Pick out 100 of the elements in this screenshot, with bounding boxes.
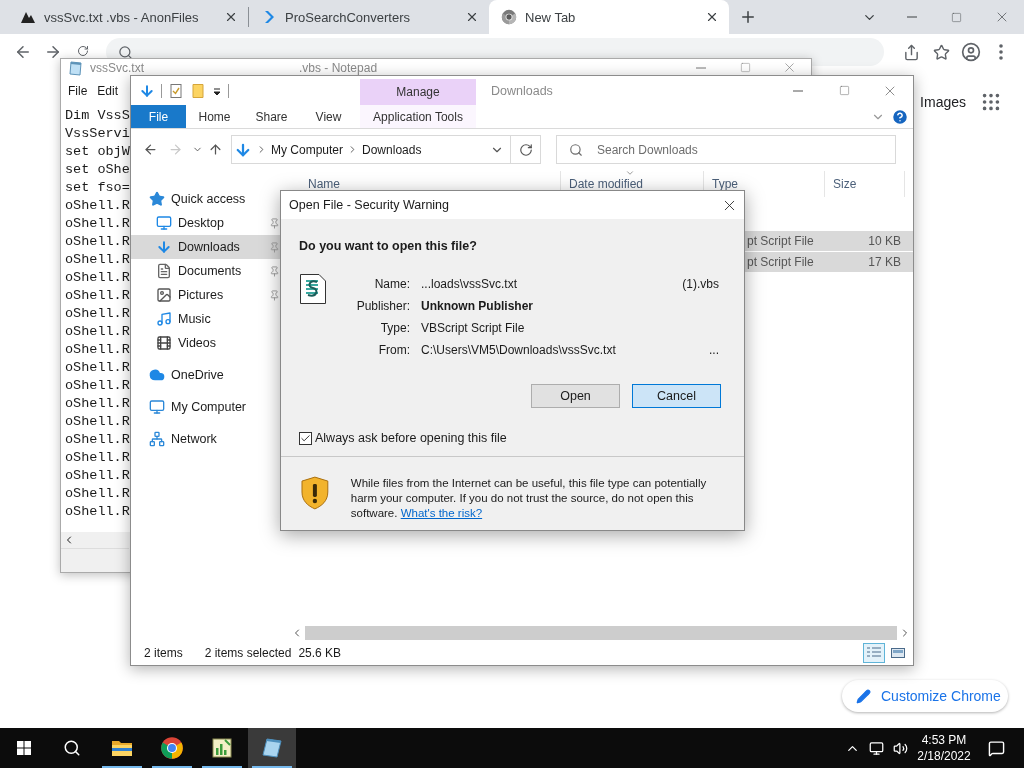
ribbon-tab[interactable]: View (300, 105, 357, 128)
checkbox[interactable] (299, 431, 312, 445)
code-line: oShell.R (65, 269, 130, 287)
network-icon (149, 431, 165, 447)
browser-tab[interactable]: ProSearchConverters (249, 0, 489, 34)
view-button[interactable] (863, 642, 885, 663)
nav-item[interactable]: Desktop (131, 211, 281, 235)
code-line: set oShe (65, 161, 130, 179)
nav-item[interactable]: Network (131, 427, 281, 451)
window-title: .vbs - Notepad (299, 61, 378, 75)
table-cell-text: 17 KB (868, 255, 902, 269)
maximize-icon (838, 85, 850, 96)
network-icon[interactable] (868, 740, 884, 756)
dialog-button[interactable]: Cancel (632, 384, 721, 408)
down-arrow-icon[interactable] (139, 82, 155, 99)
browser-tab[interactable]: vssSvc.txt .vbs - AnonFiles (8, 0, 248, 34)
notepad-icon[interactable] (260, 736, 284, 760)
image-icon (156, 287, 172, 303)
forward-arrow-icon (167, 142, 183, 157)
clock[interactable]: 4:53 PM 2/18/2022 (912, 728, 976, 768)
checkbox-label: Always ask before opening this file (315, 431, 507, 445)
nav-item[interactable]: Documents (131, 259, 281, 283)
images-link[interactable]: Images (920, 94, 966, 110)
search-icon (118, 44, 133, 60)
profile-icon (961, 42, 981, 62)
field-value: VBScript Script File (421, 321, 525, 335)
status-text: 2 items (144, 645, 183, 660)
status-text: 25.6 KB (298, 645, 342, 660)
address-bar[interactable]: My Computer Downloads (231, 135, 511, 164)
code-line: oShell.R (65, 233, 130, 251)
code-line: oShell.R (65, 287, 130, 305)
field-value: Unknown Publisher (421, 299, 533, 313)
status-text: 2 items selected (204, 645, 292, 660)
apps-grid-icon[interactable] (980, 91, 1002, 113)
chrome-logo-icon (501, 9, 517, 25)
code-line: oShell.R (65, 359, 130, 377)
code-line: oShell.R (65, 305, 130, 323)
message-icon (987, 739, 1005, 757)
window-title: vssSvc.txt (90, 61, 144, 75)
ribbon-tab[interactable]: Share (243, 105, 300, 128)
nav-item[interactable]: Music (131, 307, 281, 331)
help-icon[interactable] (891, 107, 909, 126)
column-header[interactable]: Size (825, 171, 905, 197)
restore-icon (951, 11, 962, 23)
field-label: Name: (374, 277, 410, 291)
browser-tab[interactable]: New Tab (489, 0, 729, 34)
table-cell-text: 10 KB (868, 234, 902, 248)
scrollbar-thumb[interactable] (305, 626, 897, 640)
nav-item[interactable]: My Computer (131, 395, 281, 419)
monitor-icon (149, 399, 165, 415)
code-line: oShell.R (65, 197, 130, 215)
close-icon[interactable] (465, 10, 479, 24)
cloud-icon (149, 367, 165, 383)
field-value: ... (709, 343, 719, 357)
breadcrumb-item[interactable]: Downloads (362, 142, 422, 157)
minimize-icon (793, 89, 803, 92)
search-field[interactable]: Search Downloads (556, 135, 896, 164)
down-arrow-icon (156, 239, 172, 255)
ribbon-tab[interactable]: Home (186, 105, 243, 128)
chrome-logo-icon[interactable] (160, 736, 184, 760)
minimize-icon (906, 16, 917, 18)
code-line: set objW (65, 143, 130, 161)
minimize-icon (696, 66, 706, 69)
properties-icon[interactable] (168, 82, 184, 99)
field-label: From: (378, 343, 410, 357)
refresh-button[interactable] (511, 135, 541, 164)
menu-item[interactable]: Edit (92, 84, 124, 98)
close-icon[interactable] (705, 10, 719, 24)
chart-icon[interactable] (210, 736, 234, 760)
checkmark-icon (300, 432, 311, 444)
code-line: oShell.R (65, 413, 130, 431)
code-line: oShell.R (65, 449, 130, 467)
code-line: oShell.R (65, 467, 130, 485)
code-line: oShell.R (65, 251, 130, 269)
risk-link[interactable]: What's the risk? (400, 507, 483, 519)
code-line: VssServi (65, 125, 130, 143)
star-icon (149, 191, 165, 207)
taskbar-app[interactable] (248, 728, 296, 768)
nav-item[interactable]: Videos (131, 331, 281, 355)
menu-item[interactable]: File (63, 84, 93, 98)
code-line: oShell.R (65, 215, 130, 233)
monitor-icon (156, 215, 172, 231)
nav-item[interactable]: Pictures (131, 283, 281, 307)
dialog-button[interactable]: Open (531, 384, 620, 408)
customize-chrome-button[interactable]: Customize Chrome (842, 680, 1008, 712)
plus-icon (739, 8, 757, 26)
sort-indicator-icon (625, 168, 635, 178)
refresh-icon (518, 142, 533, 157)
nav-item[interactable]: Downloads (131, 235, 281, 259)
code-line: oShell.R (65, 341, 130, 359)
share-icon (902, 43, 920, 61)
code-line: oShell.R (65, 485, 130, 503)
ribbon-tab[interactable]: File (131, 105, 186, 128)
ribbon-tab[interactable]: Application Tools (360, 105, 476, 128)
nav-item[interactable]: OneDrive (131, 363, 281, 387)
table-cell-text: pt Script File (746, 255, 815, 269)
breadcrumb-item[interactable]: My Computer (271, 142, 344, 157)
close-icon[interactable] (224, 10, 238, 24)
volume-icon[interactable] (892, 740, 908, 756)
nav-item[interactable]: Quick access (131, 187, 281, 211)
